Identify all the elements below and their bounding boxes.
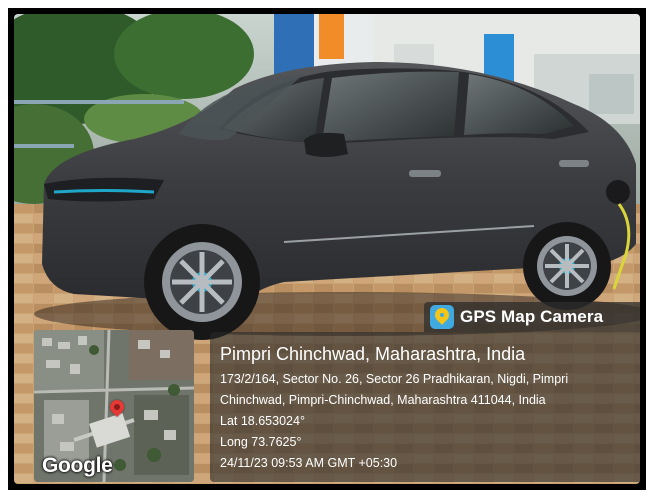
address-line-2: Chinchwad, Pimpri-Chinchwad, Maharashtra… <box>220 393 546 407</box>
longitude: Long 73.7625° <box>220 435 302 449</box>
gps-map-camera-title: GPS Map Camera <box>460 307 604 326</box>
address-line-1: 173/2/164, Sector No. 26, Sector 26 Prad… <box>220 372 569 386</box>
car-photo: Google GPS Map Camera Pimpri Chinchwad, … <box>14 14 640 484</box>
location-title: Pimpri Chinchwad, Maharashtra, India <box>220 344 526 364</box>
gps-map-camera-badge: GPS Map Camera <box>424 302 640 332</box>
timestamp: 24/11/23 09:53 AM GMT +05:30 <box>220 456 398 470</box>
photo-frame: Google GPS Map Camera Pimpri Chinchwad, … <box>8 8 646 490</box>
gps-map-camera-icon <box>430 305 454 329</box>
map-thumbnail: Google <box>34 330 194 482</box>
latitude: Lat 18.653024° <box>220 414 305 428</box>
google-logo: Google <box>42 454 113 477</box>
location-info-panel: Pimpri Chinchwad, Maharashtra, India 173… <box>210 332 640 482</box>
